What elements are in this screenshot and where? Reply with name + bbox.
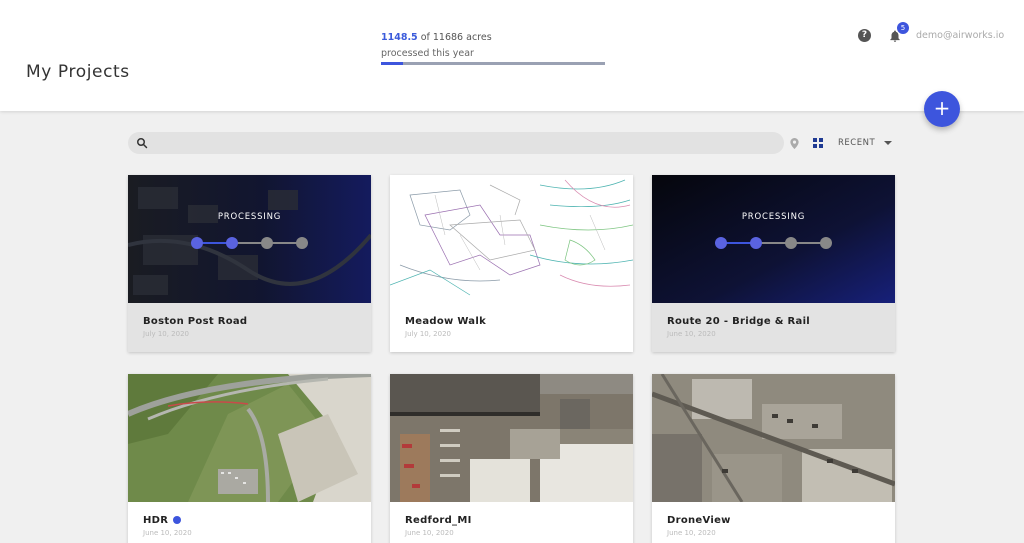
user-email-link[interactable]: demo@airworks.io	[916, 30, 1004, 41]
processing-steps	[715, 237, 832, 249]
project-card[interactable]: Meadow Walk July 10, 2020	[390, 175, 633, 352]
help-icon[interactable]: ?	[858, 29, 871, 42]
card-info: Route 20 - Bridge & Rail June 10, 2020	[652, 303, 895, 352]
project-card[interactable]: HDR June 10, 2020	[128, 374, 371, 543]
project-date: June 10, 2020	[405, 529, 454, 537]
project-thumbnail	[128, 374, 371, 502]
search-bar	[128, 132, 784, 154]
acres-summary: 1148.5 of 11686 acres	[381, 32, 492, 43]
card-info: Meadow Walk July 10, 2020	[390, 303, 633, 352]
chevron-down-icon[interactable]	[884, 141, 892, 145]
add-project-button[interactable]: +	[924, 91, 960, 127]
project-date: July 10, 2020	[143, 330, 189, 338]
project-name: Boston Post Road	[143, 316, 248, 327]
new-indicator-dot	[173, 516, 182, 524]
card-info: Redford_MI June 10, 2020	[390, 502, 633, 543]
project-card[interactable]: Redford_MI June 10, 2020	[390, 374, 633, 543]
acres-total-text: of 11686 acres	[420, 32, 492, 43]
project-thumbnail: PROCESSING	[128, 175, 371, 303]
project-name: HDR	[143, 515, 182, 526]
project-name: Redford_MI	[405, 515, 472, 526]
processing-steps	[191, 237, 308, 249]
acres-progress-fill	[381, 62, 403, 65]
processing-label: PROCESSING	[217, 212, 282, 222]
project-name: DroneView	[667, 515, 731, 526]
map-pin-icon[interactable]	[790, 138, 799, 149]
project-date: June 10, 2020	[143, 529, 192, 537]
acres-progress-bar	[381, 62, 605, 65]
page-title: My Projects	[26, 62, 130, 82]
search-icon	[137, 138, 148, 149]
project-thumbnail	[652, 374, 895, 502]
project-date: July 10, 2020	[405, 330, 451, 338]
project-date: June 10, 2020	[667, 330, 716, 338]
sort-dropdown[interactable]: RECENT	[838, 138, 875, 148]
notification-badge: 5	[897, 22, 909, 34]
project-name: Route 20 - Bridge & Rail	[667, 316, 811, 327]
top-header: My Projects 1148.5 of 11686 acres proces…	[0, 0, 1024, 111]
card-info: Boston Post Road July 10, 2020	[128, 303, 371, 352]
card-info: HDR June 10, 2020	[128, 502, 371, 543]
project-thumbnail	[390, 374, 633, 502]
card-info: DroneView June 10, 2020	[652, 502, 895, 543]
search-input[interactable]	[154, 132, 774, 154]
project-card[interactable]: PROCESSING Route 20 - Bridge & Rail June…	[652, 175, 895, 352]
grid-view-icon[interactable]	[813, 138, 823, 148]
processing-label: PROCESSING	[741, 212, 806, 222]
project-thumbnail	[390, 175, 633, 303]
project-date: June 10, 2020	[667, 529, 716, 537]
acres-subtext: processed this year	[381, 48, 474, 59]
project-card[interactable]: DroneView June 10, 2020	[652, 374, 895, 543]
project-name: Meadow Walk	[405, 316, 487, 327]
acres-processed-value: 1148.5	[381, 32, 418, 43]
project-card[interactable]: PROCESSING Boston Post Road July 10, 202…	[128, 175, 371, 352]
project-thumbnail: PROCESSING	[652, 175, 895, 303]
